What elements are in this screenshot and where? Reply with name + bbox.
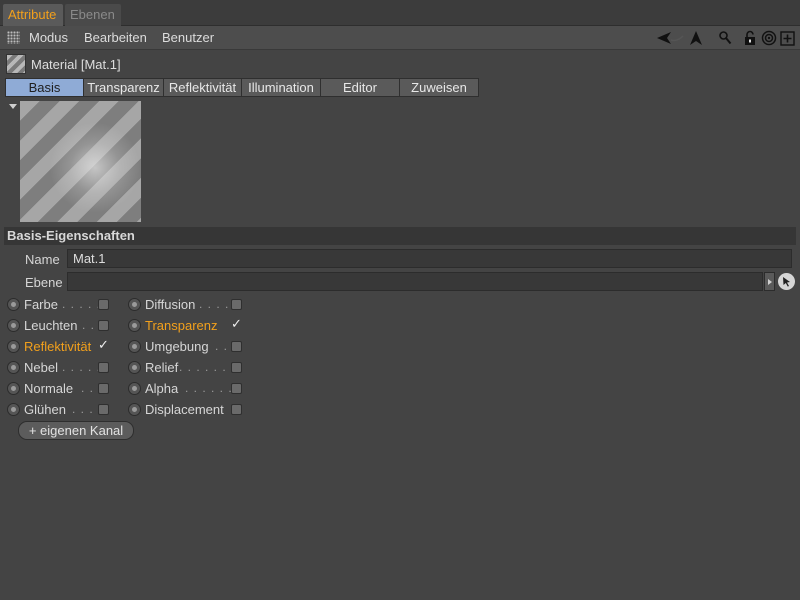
material-thumbnail-icon: [6, 54, 26, 74]
grip-icon[interactable]: [7, 31, 20, 44]
checkbox-umgebung[interactable]: [231, 341, 242, 352]
channel-label: Normale: [24, 381, 74, 396]
radio-gluehen[interactable]: [7, 403, 20, 416]
radio-normale[interactable]: [7, 382, 20, 395]
channel-relief: Relief . . . . . . . .: [128, 359, 246, 377]
checkbox-normale[interactable]: [98, 383, 109, 394]
material-preview[interactable]: [20, 101, 141, 222]
channel-gluehen: Glühen . . . .: [7, 401, 122, 419]
channel-alpha: Alpha . . . . . . .: [128, 380, 246, 398]
cursor-arrow-icon[interactable]: [687, 30, 704, 47]
menu-bar: Modus Bearbeiten Benutzer: [0, 26, 800, 50]
channel-label: Transparenz: [145, 318, 218, 333]
pick-cursor-icon[interactable]: [778, 273, 795, 290]
channel-label: Relief: [145, 360, 179, 375]
name-input[interactable]: [67, 249, 792, 268]
tab-basis[interactable]: Basis: [5, 78, 84, 97]
tab-editor[interactable]: Editor: [321, 78, 400, 97]
tab-reflektivitaet[interactable]: Reflektivität: [164, 78, 242, 97]
channel-normale: Normale . .: [7, 380, 122, 398]
channel-label: Nebel: [24, 360, 58, 375]
channel-umgebung: Umgebung . .: [128, 338, 246, 356]
tab-attribute[interactable]: Attribute: [3, 4, 63, 26]
tab-zuweisen[interactable]: Zuweisen: [400, 78, 479, 97]
channel-farbe: Farbe . . . . .: [7, 296, 122, 314]
tab-ebenen[interactable]: Ebenen: [65, 4, 121, 26]
checkbox-alpha[interactable]: [231, 383, 242, 394]
checkbox-nebel[interactable]: [98, 362, 109, 373]
channel-transparenz: Transparenz: [128, 316, 246, 335]
panel-tab-bar: Attribute Ebenen: [0, 0, 800, 26]
channel-displacement: Displacement: [128, 401, 246, 419]
checkbox-transparenz[interactable]: [231, 316, 242, 332]
ebene-field[interactable]: [67, 272, 763, 291]
radio-reflektivitaet[interactable]: [7, 340, 20, 353]
channel-diffusion: Diffusion . . . . .: [128, 296, 246, 314]
channel-label: Leuchten: [24, 318, 78, 333]
radio-alpha[interactable]: [128, 382, 141, 395]
channel-leuchten: Leuchten . .: [7, 317, 122, 335]
checkbox-diffusion[interactable]: [231, 299, 242, 310]
search-icon[interactable]: [716, 30, 733, 47]
radio-leuchten[interactable]: [7, 319, 20, 332]
radio-umgebung[interactable]: [128, 340, 141, 353]
checkbox-reflektivitaet[interactable]: [98, 337, 109, 353]
channel-dots: . . . . .: [62, 297, 102, 311]
channel-dots: . . . . .: [62, 360, 102, 374]
new-panel-icon[interactable]: [779, 30, 796, 47]
target-icon[interactable]: [760, 30, 777, 47]
name-label: Name: [25, 252, 60, 267]
add-custom-channel-button[interactable]: + eigenen Kanal: [18, 421, 134, 440]
channel-label: Alpha: [145, 381, 179, 396]
radio-nebel[interactable]: [7, 361, 20, 374]
material-title: Material [Mat.1]: [31, 57, 121, 72]
ebene-menu-arrow-icon[interactable]: [764, 272, 775, 291]
checkbox-leuchten[interactable]: [98, 320, 109, 331]
radio-displacement[interactable]: [128, 403, 141, 416]
collapse-arrow-icon[interactable]: [9, 104, 17, 109]
menu-bearbeiten[interactable]: Bearbeiten: [84, 30, 147, 45]
lock-icon[interactable]: [741, 30, 758, 47]
tab-illumination[interactable]: Illumination: [242, 78, 321, 97]
section-basis-eigenschaften: Basis-Eigenschaften: [4, 227, 796, 245]
channel-label: Farbe: [24, 297, 58, 312]
channel-dots: . .: [81, 381, 95, 395]
tab-transparenz[interactable]: Transparenz: [84, 78, 164, 97]
checkbox-relief[interactable]: [231, 362, 242, 373]
channel-reflektivitaet: Reflektivität: [7, 337, 122, 356]
channel-label: Diffusion: [145, 297, 196, 312]
toolbar-icons: [655, 29, 796, 47]
channel-label: Reflektivität: [24, 339, 92, 354]
radio-farbe[interactable]: [7, 298, 20, 311]
channel-nebel: Nebel . . . . .: [7, 359, 122, 377]
menu-modus[interactable]: Modus: [29, 30, 68, 45]
radio-diffusion[interactable]: [128, 298, 141, 311]
radio-transparenz[interactable]: [128, 319, 141, 332]
menu-benutzer[interactable]: Benutzer: [162, 30, 214, 45]
ebene-label: Ebene: [25, 275, 63, 290]
checkbox-displacement[interactable]: [231, 404, 242, 415]
back-arrow-icon[interactable]: [655, 30, 685, 47]
page-tabs: Basis Transparenz Reflektivität Illumina…: [5, 78, 479, 97]
radio-relief[interactable]: [128, 361, 141, 374]
channel-label: Displacement: [145, 402, 224, 417]
checkbox-gluehen[interactable]: [98, 404, 109, 415]
channel-label: Glühen: [24, 402, 66, 417]
channel-dots: . .: [82, 318, 96, 332]
channel-label: Umgebung: [145, 339, 209, 354]
checkbox-farbe[interactable]: [98, 299, 109, 310]
channel-dots: . .: [215, 339, 229, 353]
